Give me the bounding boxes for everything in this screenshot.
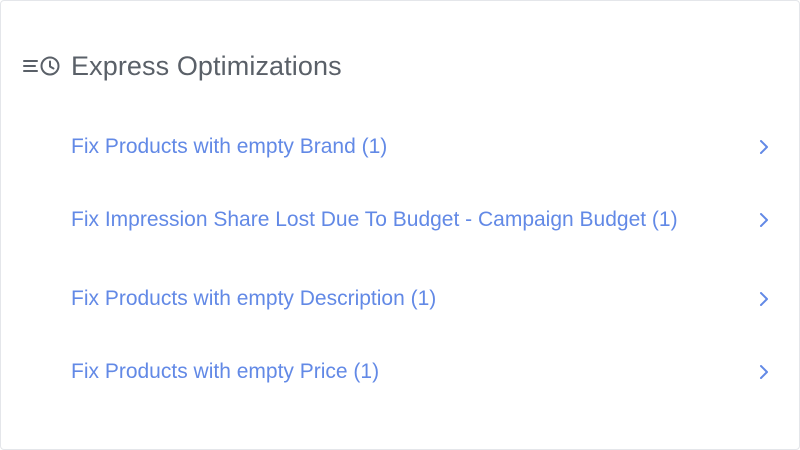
- express-optimizations-card: Express Optimizations Fix Products with …: [0, 0, 800, 450]
- card-header: Express Optimizations: [23, 49, 342, 83]
- optimization-item-empty-description[interactable]: Fix Products with empty Description (1): [71, 279, 771, 319]
- optimization-label[interactable]: Fix Products with empty Description (1): [71, 287, 436, 311]
- card-title: Express Optimizations: [71, 50, 342, 81]
- optimization-item-empty-brand[interactable]: Fix Products with empty Brand (1): [71, 127, 771, 167]
- optimization-item-impression-share-budget[interactable]: Fix Impression Share Lost Due To Budget …: [71, 200, 771, 240]
- queue-history-icon: [23, 53, 61, 79]
- optimization-item-empty-price[interactable]: Fix Products with empty Price (1): [71, 352, 771, 392]
- chevron-right-icon[interactable]: [757, 211, 771, 229]
- optimization-label[interactable]: Fix Products with empty Price (1): [71, 360, 379, 384]
- optimization-label[interactable]: Fix Products with empty Brand (1): [71, 135, 387, 159]
- chevron-right-icon[interactable]: [757, 290, 771, 308]
- optimization-label[interactable]: Fix Impression Share Lost Due To Budget …: [71, 208, 678, 232]
- chevron-right-icon[interactable]: [757, 363, 771, 381]
- chevron-right-icon[interactable]: [757, 138, 771, 156]
